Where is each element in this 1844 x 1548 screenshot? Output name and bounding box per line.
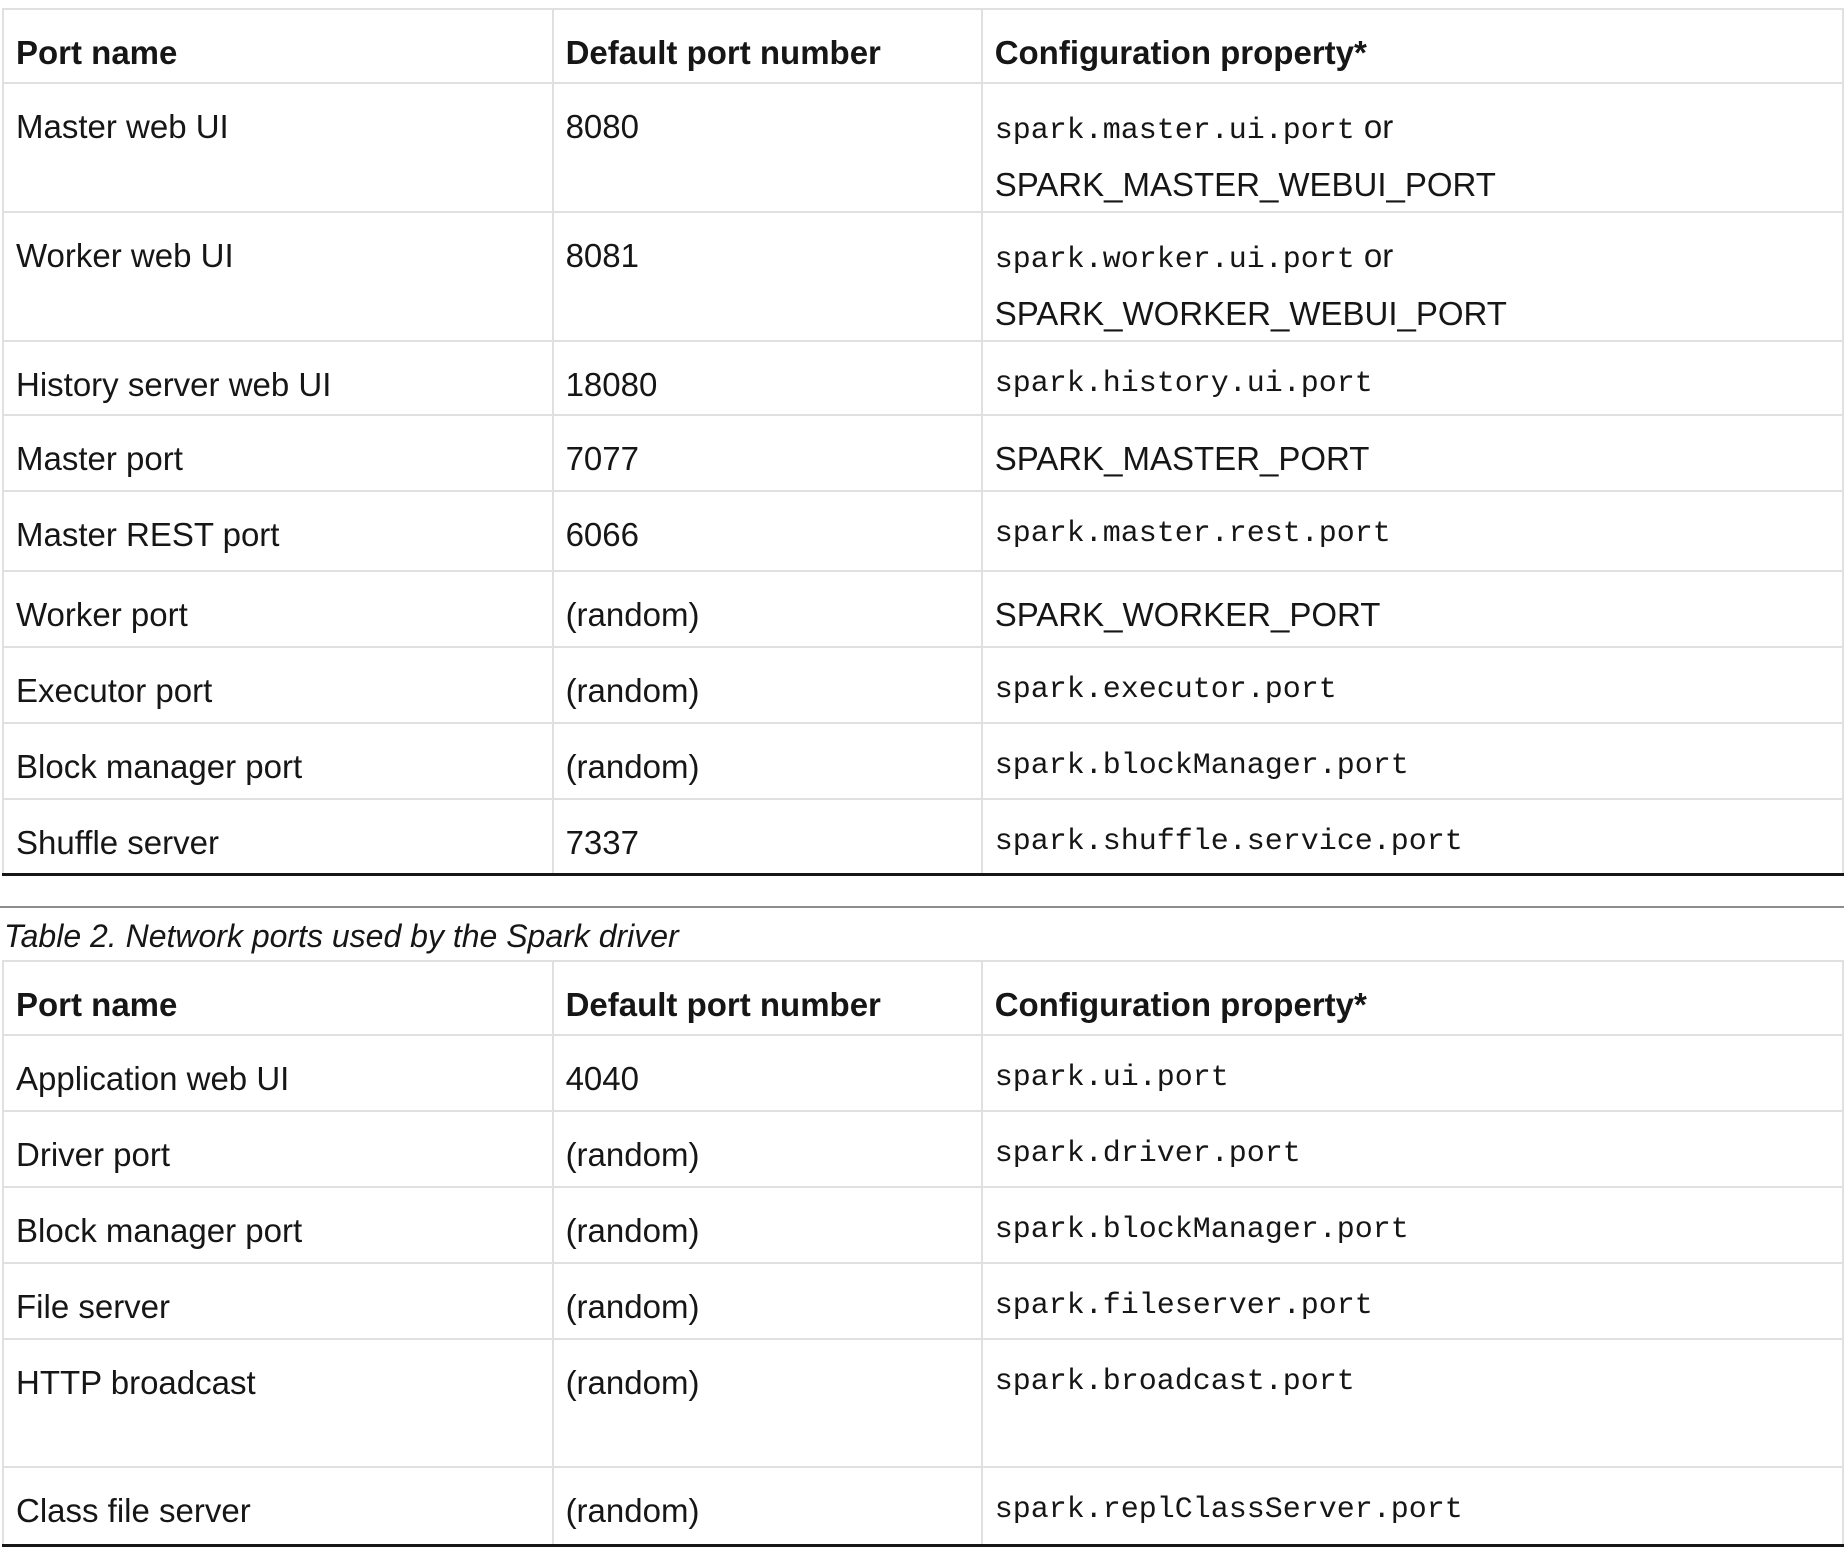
port-number: 18080 [565,366,658,403]
table-header-row: Port name Default port number Configurat… [2,961,1844,1036]
table-row: History server web UI 18080 spark.histor… [2,341,1844,416]
port-name: Shuffle server [16,824,219,861]
port-name: Driver port [16,1136,171,1173]
table-row: Worker web UI 8081 spark.worker.ui.port … [2,212,1844,342]
property-code: spark.ui.port [994,1061,1229,1095]
table-row: Master port 7077 SPARK_MASTER_PORT [2,415,1844,492]
property-code: spark.history.ui.port [994,367,1373,401]
or-text: or [1363,108,1394,145]
port-name: Executor port [16,672,213,709]
property-code: spark.blockManager.port [994,1213,1409,1247]
property-code: spark.replClassServer.port [994,1493,1463,1527]
header-config-property: Configuration property* [994,986,1367,1023]
property-code: spark.driver.port [994,1137,1301,1171]
port-name: Master port [16,440,183,477]
port-number: 6066 [565,516,639,553]
header-default-port: Default port number [565,986,881,1023]
port-name: Block manager port [16,1212,303,1249]
header-port-name: Port name [16,34,178,71]
table-row: HTTP broadcast (random) spark.broadcast.… [2,1339,1844,1468]
table-row: Master REST port 6066 spark.master.rest.… [2,491,1844,572]
port-number: (random) [565,1492,700,1529]
table-row: Executor port (random) spark.executor.po… [2,647,1844,724]
port-name: HTTP broadcast [16,1364,256,1401]
port-number: (random) [565,1364,700,1401]
port-name: File server [16,1288,171,1325]
property-code: spark.blockManager.port [994,749,1409,783]
port-number: 7337 [565,824,639,861]
header-config-property: Configuration property* [994,34,1367,71]
table-row: Shuffle server 7337 spark.shuffle.servic… [2,799,1844,876]
port-number: (random) [565,1212,700,1249]
port-number: (random) [565,672,700,709]
table-row: Block manager port (random) spark.blockM… [2,1187,1844,1264]
port-name: Class file server [16,1492,251,1529]
port-name: Master web UI [16,108,229,145]
port-number: 8080 [565,108,639,145]
property-code: spark.worker.ui.port [994,243,1355,277]
property-code: spark.master.rest.port [994,517,1391,551]
port-number: (random) [565,748,700,785]
table-row: Worker port (random) SPARK_WORKER_PORT [2,571,1844,648]
driver-ports-table: Port name Default port number Configurat… [2,960,1844,1547]
table-row: Block manager port (random) spark.blockM… [2,723,1844,800]
table-row: Driver port (random) spark.driver.port [2,1111,1844,1188]
port-number: 8081 [565,237,639,274]
config-property: spark.worker.ui.port or SPARK_WORKER_WEBU… [995,213,1830,340]
property-code: spark.shuffle.service.port [994,825,1463,859]
table-header-row: Port name Default port number Configurat… [2,9,1844,84]
port-number: (random) [565,596,700,633]
property-code: spark.master.ui.port [994,114,1355,148]
port-name: Worker web UI [16,237,234,274]
env-variable: SPARK_WORKER_PORT [994,596,1381,633]
or-text: or [1363,237,1394,274]
port-name: Master REST port [16,516,280,553]
port-name: Worker port [16,596,188,633]
header-port-name: Port name [16,986,178,1023]
port-name: Block manager port [16,748,303,785]
port-number: 4040 [565,1060,639,1097]
port-number: (random) [565,1136,700,1173]
table-row: Master web UI 8080 spark.master.ui.port … [2,83,1844,213]
table-row: File server (random) spark.fileserver.po… [2,1263,1844,1340]
env-variable: SPARK_WORKER_WEBUI_PORT [994,295,1507,332]
header-default-port: Default port number [565,34,881,71]
port-name: Application web UI [16,1060,290,1097]
env-variable: SPARK_MASTER_WEBUI_PORT [994,166,1496,203]
table-row: Class file server (random) spark.replCla… [2,1467,1844,1547]
port-number: (random) [565,1288,700,1325]
property-code: spark.broadcast.port [994,1365,1355,1399]
section-divider [0,906,1844,908]
executor-ports-table: Port name Default port number Configurat… [2,8,1844,876]
property-code: spark.fileserver.port [994,1289,1373,1323]
config-property: spark.master.ui.port or SPARK_MASTER_WEBU… [995,84,1830,211]
env-variable: SPARK_MASTER_PORT [994,440,1370,477]
port-name: History server web UI [16,366,332,403]
table-row: Application web UI 4040 spark.ui.port [2,1035,1844,1112]
table-caption: Table 2. Network ports used by the Spark… [4,918,679,954]
port-number: 7077 [565,440,639,477]
property-code: spark.executor.port [994,673,1337,707]
